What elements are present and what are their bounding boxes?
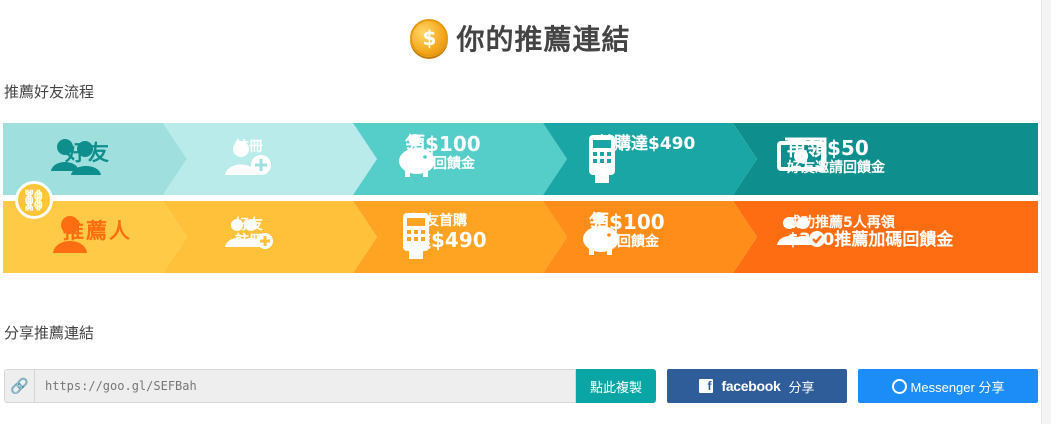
friend-step-purchase: 首購達$490 [587, 134, 695, 183]
friend-step-bonus: 領$100 註冊回饋金 [395, 133, 481, 177]
friend-row-header: 好友 [49, 137, 111, 175]
referrer-step-friend-register: 好友 註冊 [225, 217, 273, 249]
facebook-share-label: 分享 [788, 379, 815, 395]
referrer-step-extra-bonus: 成功推薦5人再領 $300推薦加碼回饋金 [777, 215, 953, 251]
referrer-step-bonus: 領$100 推薦回饋金 [579, 211, 665, 255]
referral-url-input[interactable] [35, 370, 575, 402]
facebook-icon: f [699, 379, 714, 393]
referral-url-field: 🔗 [4, 369, 576, 403]
link-icon: 🔗 [5, 370, 35, 402]
referrer-step-friend-purchase: 好友首購 達$490 [401, 213, 487, 259]
referrer-row-header: 推薦人 [53, 215, 132, 253]
referral-page: $ 你的推薦連結 推薦好友流程 ⛓ 好友 [0, 0, 1051, 424]
referral-flow-banner: ⛓ 好友 註冊 領$100 註冊回饋金 [3, 123, 1038, 273]
copy-link-button[interactable]: 點此複製 [576, 369, 656, 403]
coin-symbol: $ [422, 26, 437, 50]
share-section-label: 分享推薦連結 [4, 324, 95, 342]
facebook-share-button[interactable]: f facebook 分享 [667, 369, 847, 403]
flow-section-label: 推薦好友流程 [4, 83, 95, 101]
friend-step-extra-bonus: 再領$50 好友邀請回饋金 [777, 137, 885, 176]
page-header: $ 你的推薦連結 [0, 18, 1041, 58]
messenger-icon [891, 378, 907, 394]
coin-icon: $ [410, 19, 449, 57]
page-title: 你的推薦連結 [456, 23, 631, 56]
messenger-share-label: Messenger 分享 [910, 379, 1005, 395]
messenger-share-button[interactable]: Messenger 分享 [858, 369, 1038, 403]
scrollbar[interactable] [1041, 0, 1051, 424]
facebook-wordmark: facebook [721, 378, 781, 394]
friend-step-register: 註冊 [225, 139, 271, 175]
link-chain-icon: ⛓ [15, 181, 53, 219]
